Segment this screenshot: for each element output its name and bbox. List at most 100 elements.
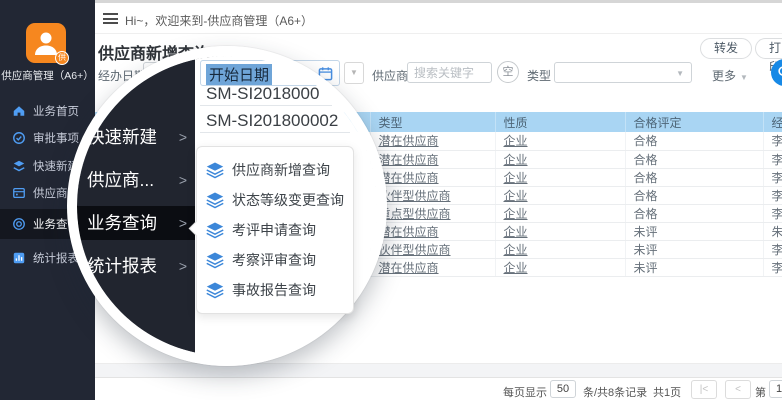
prev-page-button[interactable]: < [725,380,751,399]
card-icon [12,186,26,200]
sidebar-item-label: 统计报表 [33,250,79,266]
chevron-down-icon: ▼ [740,73,748,82]
row-separator [200,132,350,133]
hamburger-menu-icon[interactable] [103,13,118,24]
cell-nature[interactable]: 企业 [495,222,625,240]
cell-type[interactable]: 潜在供应商 [370,150,495,168]
total-pages-label: 共1页 [653,384,681,400]
chevron-right-icon: > [179,206,187,240]
target-icon [12,217,26,231]
magnified-record-id: SM-SI201800002 [206,111,338,131]
lens-partial-item-label: 事项 [81,74,121,103]
cell-handler: 李 [763,258,782,276]
row-separator [200,105,332,106]
page-prefix-label: 第 [755,384,766,400]
col-nature: 性质 [495,112,625,132]
magnified-record-id: SM-SI2018000 [206,84,319,104]
cell-eval: 未评 [625,222,763,240]
layers-icon [12,159,26,173]
type-select[interactable]: ▼ [554,62,692,83]
per-page-label: 每页显示 [503,384,547,400]
cell-nature[interactable]: 企业 [495,132,625,150]
lens-item-business-query[interactable]: 业务查询 > [77,206,195,240]
cell-eval: 合格 [625,168,763,186]
calendar-icon [318,66,333,81]
bar-chart-icon [12,251,26,265]
cell-type[interactable]: 伙伴型供应商 [370,186,495,204]
sidebar-item-label: 快速新建 [33,158,79,174]
footer-band [95,363,782,377]
col-handler: 经办人 [763,112,782,132]
cell-type[interactable]: 伙伴型供应商 [370,240,495,258]
sidebar-item-label: 审批事项 [33,130,79,146]
cell-type[interactable]: 潜在供应商 [370,132,495,150]
cell-handler: 李 [763,132,782,150]
layers-icon [206,251,224,269]
cell-nature[interactable]: 企业 [495,258,625,276]
date-dropdown-button[interactable]: ▼ [344,62,364,84]
cell-eval: 未评 [625,240,763,258]
more-filters-toggle[interactable]: 更多 ▼ [712,67,748,84]
cell-eval: 合格 [625,150,763,168]
date-selection-text: 开始日期 [206,64,272,85]
cell-type[interactable]: 重点型供应商 [370,204,495,222]
cell-eval: 合格 [625,186,763,204]
more-label: 更多 [712,69,736,83]
lens-item-reports[interactable]: 统计报表 > [77,249,195,283]
chevron-right-icon: > [179,120,187,154]
chevron-down-icon: ▼ [676,69,684,78]
query-submenu: 供应商新增查询 状态等级变更查询 考评申请查询 考察评审查询 事故报告查询 [196,146,354,314]
sidebar-item-label: 供应商.. [33,185,74,201]
submenu-item-label: 考评申请查询 [232,220,316,240]
empty-filter-button[interactable]: 空 [497,61,519,83]
per-page-input[interactable] [550,380,576,398]
cell-nature[interactable]: 企业 [495,168,625,186]
chevron-right-icon: > [179,163,187,197]
page-number-input[interactable] [769,380,782,398]
cell-nature[interactable]: 企业 [495,240,625,258]
lens-item-quick-create[interactable]: 快速新建 > [77,120,195,154]
cell-nature[interactable]: 企业 [495,204,625,222]
layers-icon [206,281,224,299]
approval-icon [12,131,26,145]
forward-button[interactable]: 转发 [700,38,752,59]
submenu-item-review-query[interactable]: 考察评审查询 [206,245,344,275]
lens-item-label: 供应商... [77,170,154,190]
app-window: 供 供应商管理（A6+） 业务首页 审批事项 快速新建 供应商.. 业务查询 统… [0,0,782,400]
lens-item-supplier[interactable]: 供应商... > [77,163,195,197]
records-label: 条/共8条记录 [583,384,647,400]
cell-type[interactable]: 潜在供应商 [370,222,495,240]
layers-icon [206,191,224,209]
person-icon [33,29,59,57]
chevron-down-icon: ▼ [350,68,358,77]
greeting-text: Hi~，欢迎来到-供应商管理（A6+） [125,12,313,29]
supplier-filter-label: 供应商 [372,67,408,84]
lens-item-label: 快速新建 [77,127,157,147]
lens-item-label: 业务查询 [77,213,157,233]
cell-nature[interactable]: 企业 [495,150,625,168]
submenu-item-new-supplier-query[interactable]: 供应商新增查询 [206,155,344,185]
sidebar-item-label: 业务查询 [33,216,79,232]
first-page-button[interactable]: |< [691,380,717,399]
supplier-search-input[interactable] [407,62,492,83]
layers-icon [206,161,224,179]
submenu-item-label: 状态等级变更查询 [232,190,344,210]
cell-nature[interactable]: 企业 [495,186,625,204]
submenu-item-label: 事故报告查询 [232,280,316,300]
app-logo: 供 [26,23,66,63]
submenu-item-status-change-query[interactable]: 状态等级变更查询 [206,185,344,215]
submenu-item-eval-apply-query[interactable]: 考评申请查询 [206,215,344,245]
sidebar-item-label: 业务首页 [33,103,79,119]
col-eval: 合格评定 [625,112,763,132]
type-filter-label: 类型 [527,67,551,84]
submenu-item-incident-report-query[interactable]: 事故报告查询 [206,275,344,305]
logo-badge: 供 [55,51,69,65]
cell-type[interactable]: 潜在供应商 [370,258,495,276]
pagination-bar: 每页显示 条/共8条记录 共1页 |< < 第 页 [95,377,782,400]
submenu-item-label: 考察评审查询 [232,250,316,270]
cell-handler: 李 [763,150,782,168]
magnified-date-input[interactable]: 开始日期 [200,60,340,86]
submenu-item-label: 供应商新增查询 [232,160,330,180]
print-button[interactable]: 打印 [755,38,782,59]
cell-type[interactable]: 潜在供应商 [370,168,495,186]
